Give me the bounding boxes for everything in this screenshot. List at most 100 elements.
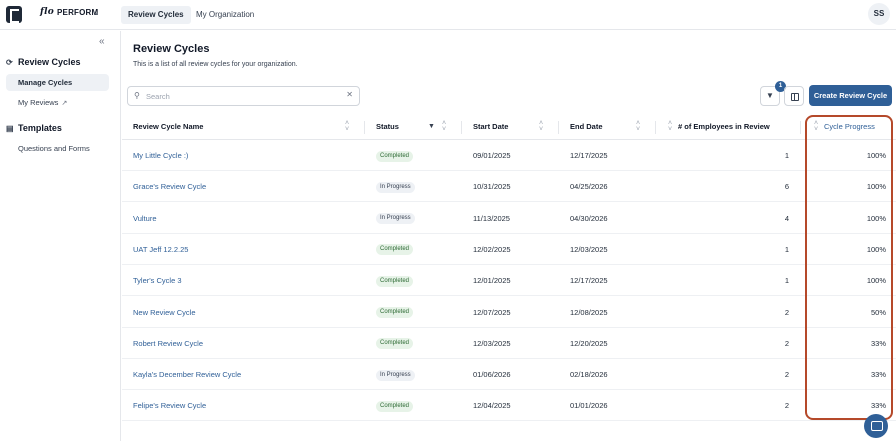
document-icon: ▤ xyxy=(6,124,14,133)
status-badge: Completed xyxy=(376,275,414,287)
col-header-status[interactable]: Status xyxy=(376,114,399,140)
table-row[interactable]: UAT Jeff 12.2.25 Completed 12/02/2025 12/03… xyxy=(122,234,896,265)
table-row[interactable]: Vulture In Progress 11/13/2025 04/30/2026 4 1… xyxy=(122,203,896,234)
column-divider xyxy=(800,121,801,134)
status-cell: Completed xyxy=(376,390,414,421)
col-header-start-date[interactable]: Start Date xyxy=(473,114,508,140)
table-row[interactable]: Grace's Review Cycle In Progress 10/31/202… xyxy=(122,171,896,203)
start-date-cell: 12/07/2025 xyxy=(473,307,511,317)
table-header: Review Cycle Name ˄ ˅ Status ▼ ˄ ˅ Start D… xyxy=(122,114,896,140)
search-input[interactable] xyxy=(146,90,336,102)
start-date-cell: 11/13/2025 xyxy=(473,213,510,223)
employees-count-cell: 1 xyxy=(784,276,789,286)
status-cell: Completed xyxy=(376,234,414,265)
status-badge: Completed xyxy=(376,338,414,350)
table-row[interactable]: Kayla's December Review Cycle In Progress… xyxy=(122,359,896,391)
refresh-cycle-icon: ⟳ xyxy=(6,58,13,67)
external-link-icon: ↗ xyxy=(61,100,68,107)
chat-support-button[interactable] xyxy=(864,414,888,438)
chevron-down-icon: ⌄ xyxy=(92,7,100,17)
search-icon: ⚲ xyxy=(134,91,140,100)
review-cycle-name-link[interactable]: Tyler's Cycle 3 xyxy=(133,265,182,296)
end-date-cell: 12/17/2025 xyxy=(570,276,608,286)
main-content: Review Cycles This is a list of all revi… xyxy=(122,31,896,441)
sort-icon[interactable]: ˄ ˅ xyxy=(635,120,641,133)
start-date-cell: 12/02/2025 xyxy=(473,244,511,254)
page-title: Review Cycles xyxy=(133,43,210,55)
sidebar-item-label: My Reviews xyxy=(18,98,59,107)
start-date-cell: 09/01/2025 xyxy=(473,151,511,160)
sidebar-item-manage-cycles[interactable]: Manage Cycles xyxy=(6,74,109,91)
table-row[interactable]: My Little Cycle :) Completed 09/01/2025 12/… xyxy=(122,140,896,171)
sidebar-heading-label: Templates xyxy=(18,123,62,133)
status-cell: Completed xyxy=(376,140,414,171)
column-divider xyxy=(364,121,365,134)
col-header-end-date[interactable]: End Date xyxy=(570,114,603,140)
end-date-cell: 12/03/2025 xyxy=(570,244,608,254)
sort-icon[interactable]: ˄ ˅ xyxy=(344,120,350,133)
filter-active-icon[interactable]: ▼ xyxy=(428,114,435,140)
top-bar: flo PERFORM ⌄ Review Cycles My Organizat… xyxy=(0,0,896,30)
table-row[interactable]: Robert Review Cycle Completed 12/03/2025 12… xyxy=(122,328,896,359)
column-divider xyxy=(655,121,656,134)
employees-count-cell: 2 xyxy=(784,338,789,348)
status-badge: Completed xyxy=(376,244,414,256)
end-date-cell: 04/30/2026 xyxy=(570,213,608,223)
status-badge: In Progress xyxy=(376,213,415,225)
start-date-cell: 12/01/2025 xyxy=(473,276,511,286)
review-cycle-name-link[interactable]: Felipe's Review Cycle xyxy=(133,390,206,421)
filter-icon: ▼ xyxy=(766,91,774,100)
clear-search-icon[interactable]: ✕ xyxy=(346,90,353,99)
review-cycle-name-link[interactable]: UAT Jeff 12.2.25 xyxy=(133,234,188,265)
table-row[interactable]: New Review Cycle Completed 12/07/2025 12/08… xyxy=(122,297,896,328)
col-header-name[interactable]: Review Cycle Name xyxy=(133,114,203,140)
tab-review-cycles[interactable]: Review Cycles xyxy=(121,6,191,24)
employees-count-cell: 2 xyxy=(784,401,789,411)
col-header-employees[interactable]: # of Employees in Review xyxy=(678,114,770,140)
sidebar: « ⟳ Review Cycles Manage Cycles My Review… xyxy=(0,31,121,441)
start-date-cell: 12/04/2025 xyxy=(473,401,511,411)
status-cell: In Progress xyxy=(376,203,415,234)
review-cycle-name-link[interactable]: New Review Cycle xyxy=(133,297,196,328)
sidebar-section-review-cycles: ⟳ Review Cycles xyxy=(6,57,81,67)
review-cycle-name-link[interactable]: My Little Cycle :) xyxy=(133,140,188,171)
avatar[interactable]: SS xyxy=(868,3,890,25)
status-badge: Completed xyxy=(376,150,414,162)
status-cell: Completed xyxy=(376,328,414,359)
review-cycle-name-link[interactable]: Kayla's December Review Cycle xyxy=(133,359,241,390)
start-date-cell: 10/31/2025 xyxy=(473,182,511,192)
review-cycle-name-link[interactable]: Robert Review Cycle xyxy=(133,328,203,359)
employees-count-cell: 1 xyxy=(784,151,789,160)
start-date-cell: 12/03/2025 xyxy=(473,338,511,348)
highlight-annotation xyxy=(805,115,893,420)
start-date-cell: 01/06/2026 xyxy=(473,370,511,380)
employees-count-cell: 4 xyxy=(784,213,789,223)
employees-count-cell: 2 xyxy=(784,370,789,380)
sidebar-item-questions-forms[interactable]: Questions and Forms xyxy=(6,140,109,157)
status-badge: Completed xyxy=(376,307,414,319)
end-date-cell: 02/18/2026 xyxy=(570,370,608,380)
end-date-cell: 12/17/2025 xyxy=(570,151,608,160)
table-row[interactable]: Tyler's Cycle 3 Completed 12/01/2025 12/17/… xyxy=(122,265,896,297)
sort-icon[interactable]: ˄ ˅ xyxy=(538,120,544,133)
employees-count-cell: 1 xyxy=(784,244,789,254)
status-cell: In Progress xyxy=(376,171,415,202)
app-logo-icon[interactable] xyxy=(6,6,22,23)
employees-count-cell: 2 xyxy=(784,307,789,317)
end-date-cell: 12/08/2025 xyxy=(570,307,608,317)
employees-count-cell: 6 xyxy=(784,182,789,192)
collapse-sidebar-icon[interactable]: « xyxy=(99,36,105,47)
sidebar-item-my-reviews[interactable]: My Reviews ↗ xyxy=(6,94,109,111)
review-cycle-name-link[interactable]: Vulture xyxy=(133,203,157,234)
review-cycle-name-link[interactable]: Grace's Review Cycle xyxy=(133,171,206,202)
status-cell: Completed xyxy=(376,265,414,296)
columns-toggle-button[interactable] xyxy=(784,86,804,106)
end-date-cell: 04/25/2026 xyxy=(570,182,608,192)
brand-script: flo xyxy=(40,7,54,17)
sort-icon[interactable]: ˄ ˅ xyxy=(441,120,447,133)
end-date-cell: 01/01/2026 xyxy=(570,401,608,411)
table-row[interactable]: Felipe's Review Cycle Completed 12/04/2025… xyxy=(122,390,896,422)
sort-icon[interactable]: ˄ ˅ xyxy=(667,120,673,133)
tab-my-organization[interactable]: My Organization xyxy=(189,6,261,24)
create-review-cycle-button[interactable]: Create Review Cycle xyxy=(809,85,892,106)
